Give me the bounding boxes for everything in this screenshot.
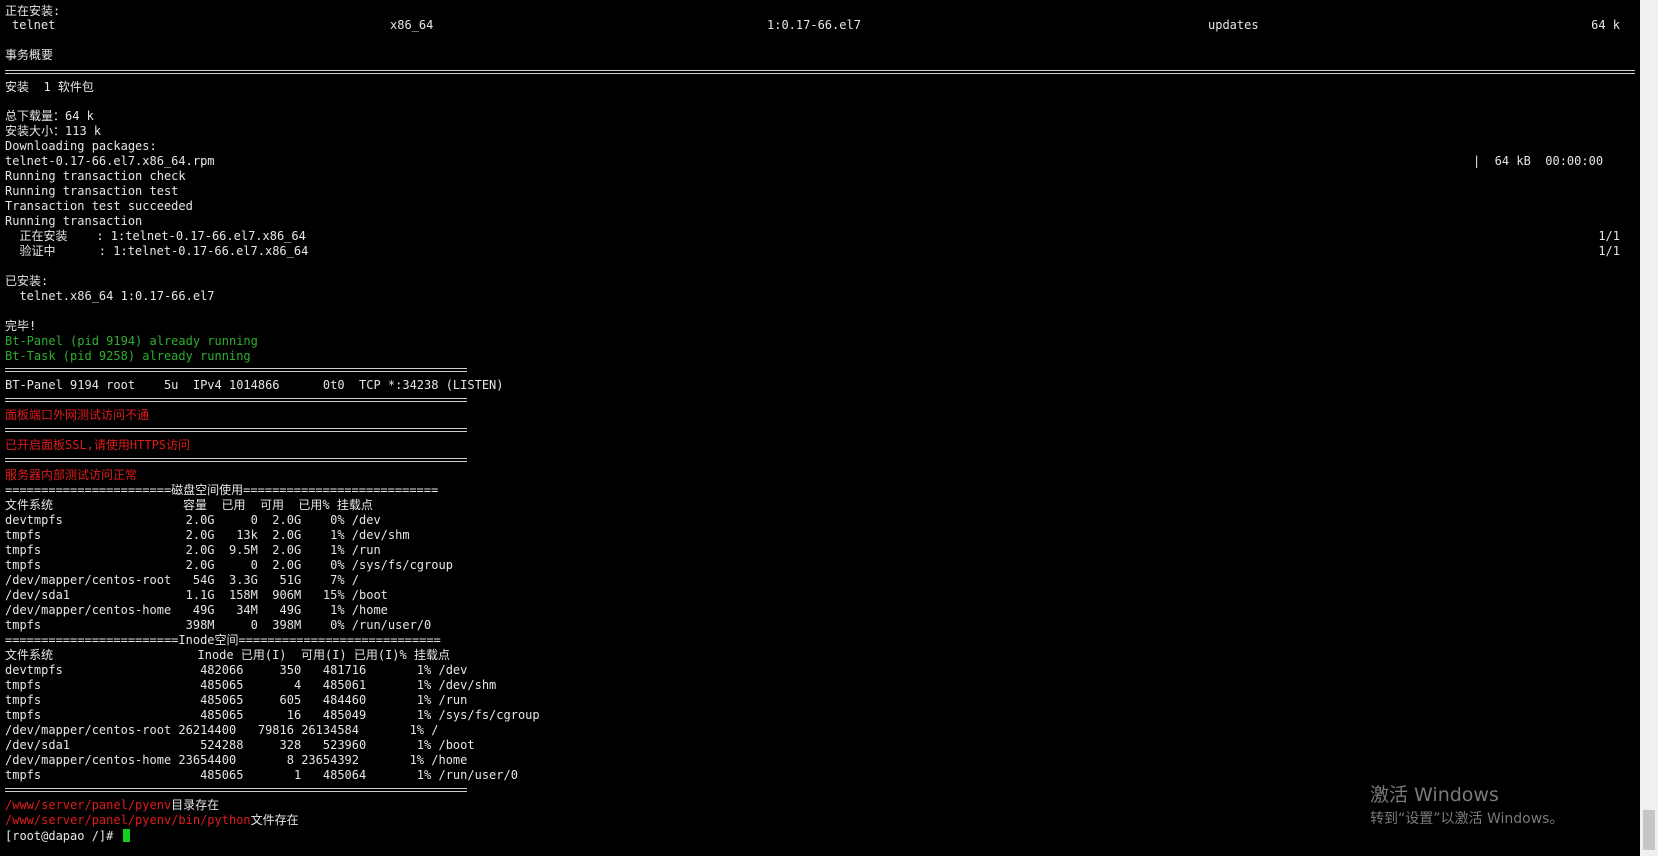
separator bbox=[5, 458, 467, 462]
disk-row: /dev/sda1 1.1G 158M 906M 15% /boot bbox=[5, 588, 388, 602]
install-pkg-arch: x86_64 bbox=[390, 18, 434, 32]
install-size: 安装大小：113 k bbox=[5, 124, 102, 138]
tx-verify-count: 1/1 bbox=[1598, 244, 1620, 258]
inode-row: tmpfs 485065 605 484460 1% /run bbox=[5, 693, 468, 707]
inode-row: tmpfs 485065 4 485061 1% /dev/shm bbox=[5, 678, 497, 692]
terminal-window[interactable]: 正在安装: telnet x86_64 1:0.17-66.el7 update… bbox=[0, 0, 1640, 856]
separator bbox=[5, 368, 467, 372]
pyenv-line: /www/server/panel/pyenv目录存在 bbox=[5, 798, 219, 813]
inode-row: /dev/mapper/centos-root 26214400 79816 2… bbox=[5, 723, 439, 737]
install-pkg-size: 64 k bbox=[1591, 18, 1620, 32]
python-msg: 文件存在 bbox=[250, 813, 299, 827]
install-pkg-version: 1:0.17-66.el7 bbox=[767, 18, 861, 32]
summary-line: 安装 1 软件包 bbox=[5, 80, 94, 94]
disk-header: 文件系统 容量 已用 可用 已用% 挂载点 bbox=[5, 498, 373, 512]
inode-row: /dev/mapper/centos-home 23654400 8 23654… bbox=[5, 753, 468, 767]
tx-install: 正在安装 : 1:telnet-0.17-66.el7.x86_64 bbox=[5, 229, 306, 243]
tx-test: Running transaction test bbox=[5, 184, 179, 198]
install-pkg-name: telnet bbox=[12, 18, 56, 32]
python-path: /www/server/panel/pyenv/bin/python bbox=[5, 813, 251, 827]
inode-row: devtmpfs 482066 350 481716 1% /dev bbox=[5, 663, 468, 677]
tx-verify: 验证中 : 1:telnet-0.17-66.el7.x86_64 bbox=[5, 244, 309, 258]
tx-check: Running transaction check bbox=[5, 169, 186, 183]
warn-external: 面板端口外网测试访问不通 bbox=[5, 408, 150, 422]
pyenv-msg: 目录存在 bbox=[171, 798, 220, 812]
watermark-subtitle: 转到“设置”以激活 Windows。 bbox=[1370, 811, 1564, 827]
inode-title: ========================Inode空间=========… bbox=[5, 633, 441, 647]
text-cursor bbox=[122, 829, 130, 842]
separator bbox=[5, 788, 467, 792]
lsof-line: BT-Panel 9194 root 5u IPv4 1014866 0t0 T… bbox=[5, 378, 504, 392]
inode-row: /dev/sda1 524288 328 523960 1% /boot bbox=[5, 738, 475, 752]
python-line: /www/server/panel/pyenv/bin/python文件存在 bbox=[5, 813, 299, 828]
disk-row: /dev/mapper/centos-home 49G 34M 49G 1% /… bbox=[5, 603, 388, 617]
separator bbox=[5, 428, 467, 432]
warn-ssl: 已开启面板SSL,请使用HTTPS访问 bbox=[5, 438, 191, 452]
rpm-name: telnet-0.17-66.el7.x86_64.rpm bbox=[5, 154, 215, 168]
inode-row: tmpfs 485065 16 485049 1% /sys/fs/cgroup bbox=[5, 708, 540, 722]
downloading-text: Downloading packages: bbox=[5, 139, 157, 153]
disk-row: tmpfs 398M 0 398M 0% /run/user/0 bbox=[5, 618, 432, 632]
disk-row: tmpfs 2.0G 13k 2.0G 1% /dev/shm bbox=[5, 528, 410, 542]
disk-row: devtmpfs 2.0G 0 2.0G 0% /dev bbox=[5, 513, 381, 527]
disk-row: tmpfs 2.0G 9.5M 2.0G 1% /run bbox=[5, 543, 381, 557]
install-pkg-repo: updates bbox=[1208, 18, 1259, 32]
msg-internal: 服务器内部测试访问正常 bbox=[5, 468, 138, 482]
tx-install-count: 1/1 bbox=[1598, 229, 1620, 243]
tx-ok: Transaction test succeeded bbox=[5, 199, 193, 213]
scrollbar-thumb[interactable] bbox=[1643, 810, 1655, 850]
installed-title: 已安装: bbox=[5, 274, 49, 288]
disk-row: tmpfs 2.0G 0 2.0G 0% /sys/fs/cgroup bbox=[5, 558, 453, 572]
separator bbox=[5, 70, 1635, 74]
section-installing: 正在安装: bbox=[5, 4, 61, 18]
separator bbox=[5, 398, 467, 402]
disk-row: /dev/mapper/centos-root 54G 3.3G 51G 7% … bbox=[5, 573, 360, 587]
inode-header: 文件系统 Inode 已用(I) 可用(I) 已用(I)% 挂载点 bbox=[5, 648, 450, 662]
vertical-scrollbar[interactable] bbox=[1640, 0, 1658, 856]
summary-title: 事务概要 bbox=[5, 48, 54, 62]
total-download: 总下载量：64 k bbox=[5, 109, 94, 123]
prompt-text: [root@dapao /]# bbox=[5, 829, 121, 843]
tx-run: Running transaction bbox=[5, 214, 143, 228]
rpm-progress: | 64 kB 00:00:00 bbox=[1473, 154, 1604, 168]
windows-activation-watermark: 激活 Windows 转到“设置”以激活 Windows。 bbox=[1370, 783, 1563, 829]
command-prompt[interactable]: [root@dapao /]# bbox=[5, 829, 130, 844]
pyenv-path: /www/server/panel/pyenv bbox=[5, 798, 172, 812]
installed-pkg: telnet.x86_64 1:0.17-66.el7 bbox=[5, 289, 215, 303]
bt-task-status: Bt-Task (pid 9258) already running bbox=[5, 349, 251, 363]
done-text: 完毕! bbox=[5, 319, 37, 333]
inode-row: tmpfs 485065 1 485064 1% /run/user/0 bbox=[5, 768, 518, 782]
bt-panel-status: Bt-Panel (pid 9194) already running bbox=[5, 334, 258, 348]
disk-title: =======================磁盘空间使用===========… bbox=[5, 483, 439, 497]
watermark-title: 激活 Windows bbox=[1370, 784, 1499, 806]
